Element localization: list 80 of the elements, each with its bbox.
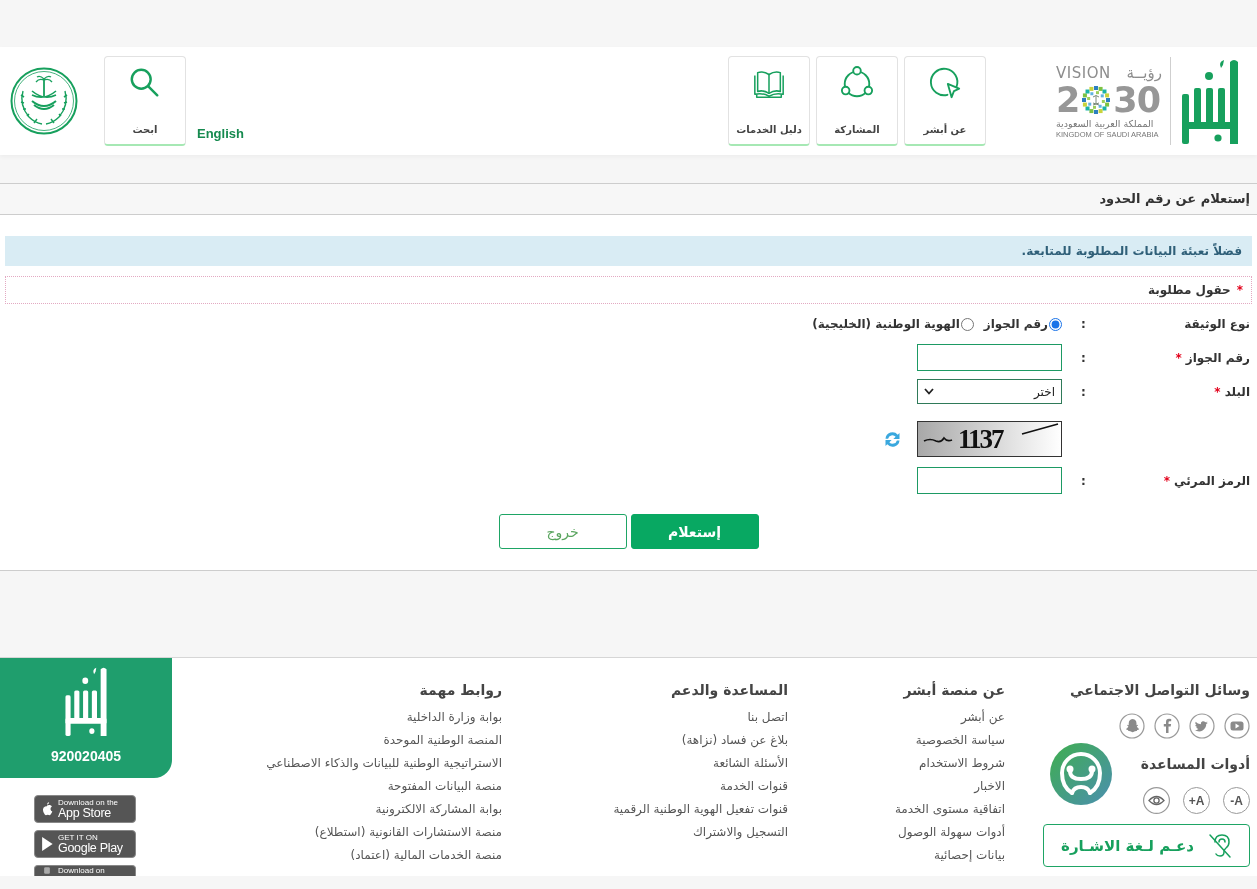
footer-link[interactable]: سياسة الخصوصية: [915, 729, 1005, 752]
nav-button[interactable]: دليل الخدمات: [728, 56, 810, 146]
footer-heading: روابط مهمة: [418, 681, 502, 701]
logo-word-ar: رؤيــة: [1126, 63, 1162, 82]
search-button[interactable]: ابحث: [104, 56, 186, 146]
font-size-button[interactable]: +A: [1183, 787, 1210, 814]
site-logo[interactable]: [64, 666, 108, 736]
nav-button[interactable]: المشاركة: [816, 56, 898, 146]
field-label: نوع الوثيقة: [1184, 317, 1250, 331]
footer-link[interactable]: منصة الخدمات المالية (اعتماد): [350, 844, 502, 867]
footer-link[interactable]: منصة الاستشارات القانونية (استطلاع): [314, 821, 502, 844]
page-title: إستعلام عن رقم الحدود: [0, 183, 1257, 215]
required-asterisk: *: [1163, 473, 1171, 488]
radio-label[interactable]: رقم الجواز: [983, 317, 1048, 331]
footer-link[interactable]: بوابة المشاركة الالكترونية: [375, 798, 502, 821]
logo-year-digits: 30: [1113, 81, 1161, 118]
footer-link[interactable]: قنوات الخدمة: [720, 775, 788, 798]
radio-button[interactable]: [1049, 317, 1062, 331]
youtube-icon[interactable]: [1224, 713, 1250, 739]
field-label: الرمز المرئي: [1174, 473, 1250, 488]
captcha-image: 1137: [917, 421, 1062, 457]
language-link[interactable]: English: [197, 126, 244, 141]
footer-heading: وسائل التواصل الاجتماعي: [1070, 681, 1250, 701]
logo-year-digit: 2: [1056, 81, 1080, 118]
phone-number: 920020405: [50, 748, 122, 764]
field-separator: :: [1081, 473, 1086, 488]
font-size-button[interactable]: -A: [1223, 787, 1250, 814]
logo-word-en: VISION: [1056, 63, 1111, 82]
required-asterisk: *: [1236, 283, 1243, 297]
footer-link[interactable]: منصة البيانات المفتوحة: [387, 775, 502, 798]
field-separator: :: [1081, 384, 1086, 399]
field-label: البلد: [1224, 384, 1250, 399]
footer-link[interactable]: بوابة وزارة الداخلية: [406, 706, 502, 729]
footer-heading: المساعدة والدعم: [669, 681, 788, 701]
apple-icon: [40, 801, 54, 817]
nav-button[interactable]: عن أبشر: [904, 56, 986, 146]
snapchat-icon[interactable]: [1119, 713, 1145, 739]
twitter-icon[interactable]: [1189, 713, 1215, 739]
app-store-badge[interactable]: GET IT ON Google Play: [34, 830, 136, 858]
radio-label[interactable]: الهوية الوطنية (الخليجية): [812, 317, 960, 331]
footer-heading: أدوات المساعدة: [1140, 754, 1250, 775]
footer-link[interactable]: بيانات إحصائية: [934, 844, 1005, 867]
chat-avatar-icon[interactable]: [1050, 743, 1112, 805]
cursor-circle-icon: [928, 66, 962, 100]
footer-link[interactable]: اتفاقية مستوى الخدمة: [894, 798, 1005, 821]
app-store-badge[interactable]: Download on the App Store: [34, 795, 136, 823]
footer-link[interactable]: شروط الاستخدام: [918, 752, 1005, 775]
required-asterisk: *: [1175, 350, 1182, 365]
footer-link[interactable]: عن أبشر: [960, 706, 1005, 729]
facebook-icon[interactable]: [1154, 713, 1180, 739]
dotted-emblem-icon: [1080, 83, 1113, 116]
network-icon: [840, 66, 874, 100]
field-separator: :: [1081, 317, 1086, 331]
site-logo[interactable]: [1180, 58, 1240, 144]
footer-link[interactable]: قنوات تفعيل الهوية الوطنية الرقمية: [613, 798, 788, 821]
logo-country-ar: المملكة العربية السعودية: [1056, 117, 1155, 130]
field-separator: :: [1081, 350, 1086, 365]
footer-link[interactable]: التسجيل والاشتراك: [692, 821, 788, 844]
footer-link[interactable]: الاخبار: [974, 775, 1005, 798]
required-note: حقول مطلوبة: [1148, 283, 1231, 297]
select-field[interactable]: اختر: [917, 379, 1062, 404]
emblem-icon: [10, 67, 78, 135]
footer-link[interactable]: بلاغ عن فساد (نزاهة): [681, 729, 788, 752]
app-store-badge[interactable]: Download on: [34, 865, 136, 876]
footer-link[interactable]: أدوات سهولة الوصول: [898, 821, 1005, 844]
footer-heading: عن منصة أبشر: [902, 680, 1005, 701]
eye-icon[interactable]: [1143, 787, 1170, 814]
play-icon: [40, 836, 54, 852]
footer-link[interactable]: الأسئلة الشائعة: [713, 752, 788, 775]
ear-slash-icon: [1207, 832, 1232, 859]
input-field[interactable]: [917, 344, 1062, 371]
chevron-down-icon: [924, 388, 934, 395]
footer-link[interactable]: الاستراتيجية الوطنية للبيانات والذكاء الاصطناعي: [266, 752, 502, 775]
footer-link[interactable]: المنصة الوطنية الموحدة: [383, 729, 502, 752]
field-label: رقم الجواز: [1185, 350, 1250, 365]
footer-link[interactable]: اتصل بنا: [747, 706, 788, 729]
input-field[interactable]: [917, 467, 1062, 494]
info-alert: فضلاً تعبئة البيانات المطلوبة للمتابعة.: [5, 236, 1252, 266]
required-asterisk: *: [1214, 384, 1221, 399]
radio-button[interactable]: [960, 317, 974, 331]
